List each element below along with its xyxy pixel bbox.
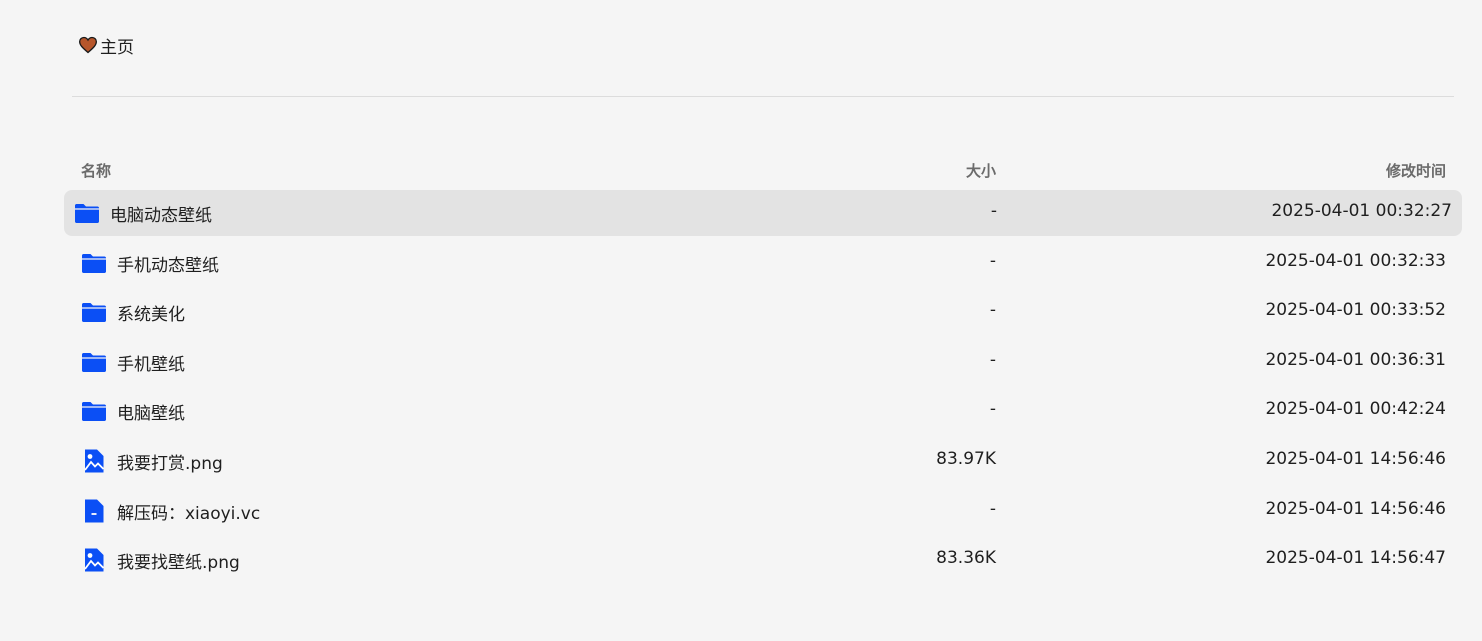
file-modified-time: 2025-04-01 00:33:52 <box>1265 300 1446 321</box>
folder-icon <box>81 398 107 424</box>
file-modified-time: 2025-04-01 00:32:27 <box>1271 201 1452 221</box>
table-row[interactable]: 电脑壁纸 - 2025-04-01 00:42:24 <box>64 388 1462 434</box>
breadcrumb-home-label[interactable]: 主页 <box>100 33 134 58</box>
table-row[interactable]: 系统美化 - 2025-04-01 00:33:52 <box>64 289 1462 335</box>
column-header-name[interactable]: 名称 <box>81 160 111 181</box>
file-name[interactable]: 手机动态壁纸 <box>117 251 219 276</box>
file-table: 名称 大小 修改时间 电脑动态壁纸 - 2025-04-01 00:32:27 手机动… <box>64 150 1462 587</box>
table-row[interactable]: 解压码：xiaoyi.vc - 2025-04-01 14:56:46 <box>64 488 1462 534</box>
file-modified-time: 2025-04-01 00:36:31 <box>1265 349 1446 370</box>
table-row[interactable]: 电脑动态壁纸 - 2025-04-01 00:32:27 <box>64 190 1462 236</box>
file-name[interactable]: 手机壁纸 <box>117 350 185 375</box>
file-size: - <box>990 201 997 221</box>
file-name[interactable]: 电脑壁纸 <box>117 399 185 424</box>
image-file-icon <box>81 547 107 573</box>
file-name[interactable]: 电脑动态壁纸 <box>110 201 212 226</box>
table-row[interactable]: 我要打赏.png 83.97K 2025-04-01 14:56:46 <box>64 438 1462 484</box>
file-size: - <box>989 349 996 370</box>
image-file-icon <box>81 448 107 474</box>
file-browser-page: 主页 名称 大小 修改时间 电脑动态壁纸 - 2025-04-01 00:32:27… <box>0 0 1482 641</box>
file-size: - <box>989 498 996 519</box>
breadcrumb[interactable]: 主页 <box>78 32 134 58</box>
file-name[interactable]: 系统美化 <box>117 300 185 325</box>
column-header-modified[interactable]: 修改时间 <box>1386 160 1446 181</box>
table-header: 名称 大小 修改时间 <box>64 150 1462 190</box>
folder-icon <box>74 200 100 226</box>
file-size: - <box>989 300 996 321</box>
file-modified-time: 2025-04-01 00:32:33 <box>1265 250 1446 271</box>
file-modified-time: 2025-04-01 00:42:24 <box>1265 399 1446 420</box>
file-size: 83.36K <box>936 548 996 569</box>
folder-icon <box>81 299 107 325</box>
table-body: 电脑动态壁纸 - 2025-04-01 00:32:27 手机动态壁纸 - 2025-04… <box>64 190 1462 583</box>
document-file-icon <box>81 498 107 524</box>
table-row[interactable]: 手机壁纸 - 2025-04-01 00:36:31 <box>64 339 1462 385</box>
file-name[interactable]: 我要找壁纸.png <box>117 548 240 573</box>
heart-icon <box>78 36 98 54</box>
column-header-size[interactable]: 大小 <box>966 160 996 181</box>
file-modified-time: 2025-04-01 14:56:46 <box>1265 498 1446 519</box>
file-name[interactable]: 我要打赏.png <box>117 449 223 474</box>
header-divider <box>72 96 1454 97</box>
table-row[interactable]: 我要找壁纸.png 83.36K 2025-04-01 14:56:47 <box>64 537 1462 583</box>
table-row[interactable]: 手机动态壁纸 - 2025-04-01 00:32:33 <box>64 240 1462 286</box>
file-size: - <box>989 399 996 420</box>
file-modified-time: 2025-04-01 14:56:46 <box>1265 448 1446 469</box>
folder-icon <box>81 349 107 375</box>
file-name[interactable]: 解压码：xiaoyi.vc <box>117 499 260 524</box>
file-size: 83.97K <box>936 448 996 469</box>
folder-icon <box>81 250 107 276</box>
file-size: - <box>989 250 996 271</box>
file-modified-time: 2025-04-01 14:56:47 <box>1265 548 1446 569</box>
